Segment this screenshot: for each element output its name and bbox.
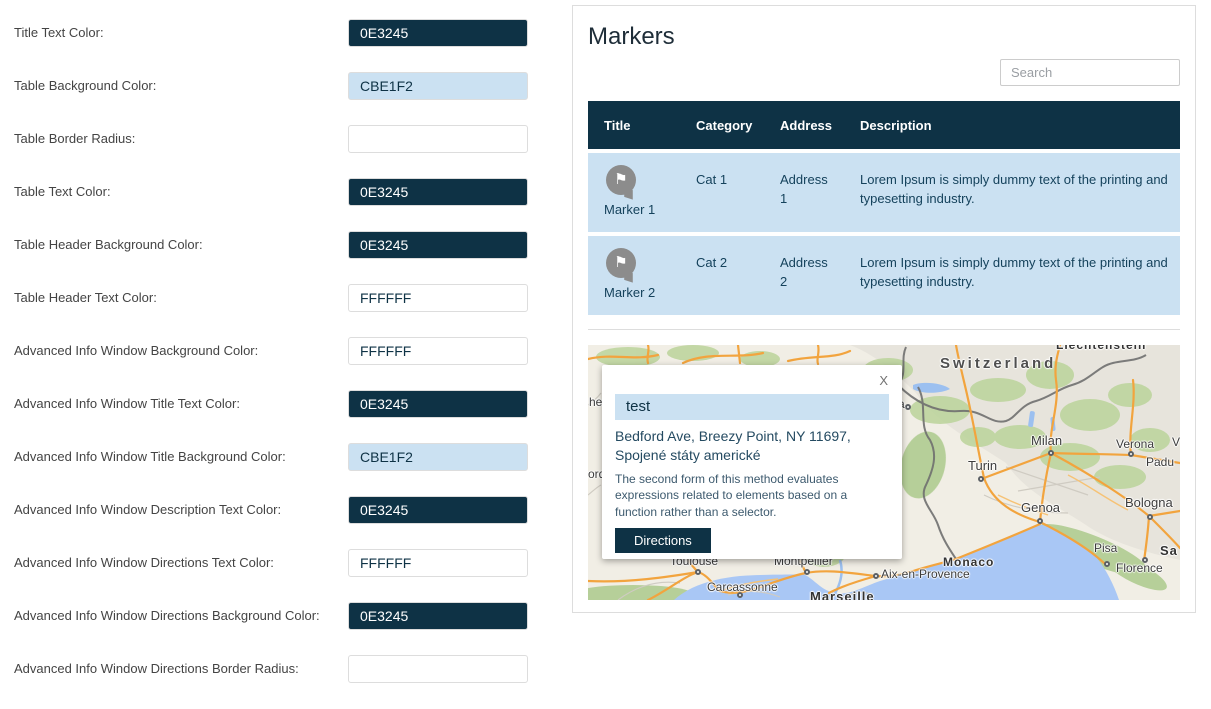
map-label-san-marino: Sa bbox=[1160, 543, 1178, 558]
table-header-text-color-input[interactable] bbox=[348, 284, 528, 312]
infowindow-directions-background-color-input[interactable] bbox=[348, 602, 528, 630]
field-row-infowindow-directions-background-color: Advanced Info Window Directions Backgrou… bbox=[14, 589, 528, 642]
column-header-address: Address bbox=[764, 118, 844, 133]
infowindow-background-color-input[interactable] bbox=[348, 337, 528, 365]
field-row-infowindow-title-background-color: Advanced Info Window Title Background Co… bbox=[14, 430, 528, 483]
field-label: Table Header Background Color: bbox=[14, 237, 203, 252]
field-label: Advanced Info Window Directions Text Col… bbox=[14, 555, 274, 570]
field-label: Table Border Radius: bbox=[14, 131, 135, 146]
map-label-verona: Verona bbox=[1116, 437, 1154, 451]
field-row-infowindow-background-color: Advanced Info Window Background Color: bbox=[14, 324, 528, 377]
city-dot bbox=[1147, 514, 1153, 520]
field-label: Advanced Info Window Title Background Co… bbox=[14, 449, 286, 464]
field-row-table-header-text-color: Table Header Text Color: bbox=[14, 271, 528, 324]
search-input[interactable] bbox=[1000, 59, 1180, 86]
map-label-pisa: Pisa bbox=[1094, 541, 1117, 555]
flag-marker-icon: ⚑ bbox=[606, 248, 636, 278]
map-info-window: X test Bedford Ave, Breezy Point, NY 116… bbox=[602, 365, 902, 559]
map-canvas[interactable]: Switzerland Liechtenstein Milan Verona T… bbox=[588, 345, 1180, 600]
map-label-switzerland: Switzerland bbox=[940, 355, 1056, 372]
field-row-infowindow-directions-border-radius: Advanced Info Window Directions Border R… bbox=[14, 642, 528, 695]
map-label-bologna: Bologna bbox=[1125, 495, 1173, 510]
search-wrap bbox=[588, 59, 1180, 86]
field-label: Advanced Info Window Directions Backgrou… bbox=[14, 608, 320, 623]
city-dot bbox=[1128, 451, 1134, 457]
city-dot bbox=[695, 569, 701, 575]
infowindow-title-text-color-input[interactable] bbox=[348, 390, 528, 418]
column-header-description: Description bbox=[844, 118, 1180, 133]
city-dot bbox=[978, 476, 984, 482]
field-row-title-text-color: Title Text Color: bbox=[14, 6, 528, 59]
field-label: Advanced Info Window Title Text Color: bbox=[14, 396, 240, 411]
infowindow-directions-border-radius-input[interactable] bbox=[348, 655, 528, 683]
field-row-infowindow-description-text-color: Advanced Info Window Description Text Co… bbox=[14, 483, 528, 536]
map-label-aix-en-provence: Aix-en-Provence bbox=[881, 567, 970, 581]
info-window-description: The second form of this method evaluates… bbox=[615, 471, 875, 521]
marker-address: Address 2 bbox=[764, 236, 844, 315]
field-label: Title Text Color: bbox=[14, 25, 104, 40]
table-text-color-input[interactable] bbox=[348, 178, 528, 206]
map-label-milan: Milan bbox=[1031, 433, 1062, 448]
column-header-title: Title bbox=[588, 118, 680, 133]
close-icon[interactable]: X bbox=[615, 373, 889, 391]
infowindow-title-background-color-input[interactable] bbox=[348, 443, 528, 471]
map-label-genoa: Genoa bbox=[1021, 500, 1060, 515]
divider bbox=[588, 329, 1180, 330]
field-label: Advanced Info Window Directions Border R… bbox=[14, 661, 299, 676]
markers-preview-panel: Markers Title Category Address Descripti… bbox=[572, 5, 1196, 613]
city-dot bbox=[905, 404, 911, 410]
map-label-liechtenstein: Liechtenstein bbox=[1056, 345, 1146, 352]
field-row-table-header-background-color: Table Header Background Color: bbox=[14, 218, 528, 271]
infowindow-description-text-color-input[interactable] bbox=[348, 496, 528, 524]
marker-description: Lorem Ipsum is simply dummy text of the … bbox=[844, 153, 1180, 232]
marker-category: Cat 1 bbox=[680, 153, 764, 232]
markers-table: Title Category Address Description ⚑ Mar… bbox=[588, 101, 1180, 315]
marker-category: Cat 2 bbox=[680, 236, 764, 315]
marker-title-cell: ⚑ Marker 2 bbox=[588, 236, 680, 315]
column-header-category: Category bbox=[680, 118, 764, 133]
title-text-color-input[interactable] bbox=[348, 19, 528, 47]
field-label: Table Background Color: bbox=[14, 78, 156, 93]
marker-address: Address 1 bbox=[764, 153, 844, 232]
map-label-florence: Florence bbox=[1116, 561, 1163, 575]
field-label: Advanced Info Window Background Color: bbox=[14, 343, 258, 358]
info-window-title-bar: test bbox=[615, 394, 889, 420]
flag-marker-icon: ⚑ bbox=[606, 165, 636, 195]
style-settings-form: Title Text Color: Table Background Color… bbox=[14, 6, 528, 695]
table-header-row: Title Category Address Description bbox=[588, 101, 1180, 149]
map-label-turin: Turin bbox=[968, 458, 997, 473]
field-label: Advanced Info Window Description Text Co… bbox=[14, 502, 281, 517]
city-dot bbox=[804, 569, 810, 575]
info-window-title: test bbox=[626, 398, 650, 415]
marker-title: Marker 2 bbox=[604, 284, 674, 303]
city-dot bbox=[1037, 518, 1043, 524]
city-dot bbox=[873, 573, 879, 579]
field-row-table-border-radius: Table Border Radius: bbox=[14, 112, 528, 165]
table-header-background-color-input[interactable] bbox=[348, 231, 528, 259]
page-title: Markers bbox=[588, 23, 1180, 51]
info-window-address: Bedford Ave, Breezy Point, NY 11697, Spo… bbox=[615, 427, 895, 465]
field-row-table-text-color: Table Text Color: bbox=[14, 165, 528, 218]
field-label: Table Text Color: bbox=[14, 184, 111, 199]
field-row-infowindow-title-text-color: Advanced Info Window Title Text Color: bbox=[14, 377, 528, 430]
field-row-table-background-color: Table Background Color: bbox=[14, 59, 528, 112]
table-row[interactable]: ⚑ Marker 2 Cat 2 Address 2 Lorem Ipsum i… bbox=[588, 236, 1180, 315]
page: Title Text Color: Table Background Color… bbox=[0, 0, 1211, 709]
map-label-carcassonne: Carcassonne bbox=[707, 580, 778, 594]
marker-title-cell: ⚑ Marker 1 bbox=[588, 153, 680, 232]
directions-button[interactable]: Directions bbox=[615, 528, 711, 553]
infowindow-directions-text-color-input[interactable] bbox=[348, 549, 528, 577]
table-border-radius-input[interactable] bbox=[348, 125, 528, 153]
field-label: Table Header Text Color: bbox=[14, 290, 157, 305]
table-row[interactable]: ⚑ Marker 1 Cat 1 Address 1 Lorem Ipsum i… bbox=[588, 153, 1180, 232]
map-label-venice-fragment: V bbox=[1172, 435, 1180, 449]
table-background-color-input[interactable] bbox=[348, 72, 528, 100]
city-dot bbox=[1048, 450, 1054, 456]
marker-title: Marker 1 bbox=[604, 201, 674, 220]
city-dot bbox=[1104, 561, 1110, 567]
field-row-infowindow-directions-text-color: Advanced Info Window Directions Text Col… bbox=[14, 536, 528, 589]
map-label-marseille: Marseille bbox=[810, 589, 875, 600]
marker-description: Lorem Ipsum is simply dummy text of the … bbox=[844, 236, 1180, 315]
map-label-padua: Padu bbox=[1146, 455, 1174, 469]
